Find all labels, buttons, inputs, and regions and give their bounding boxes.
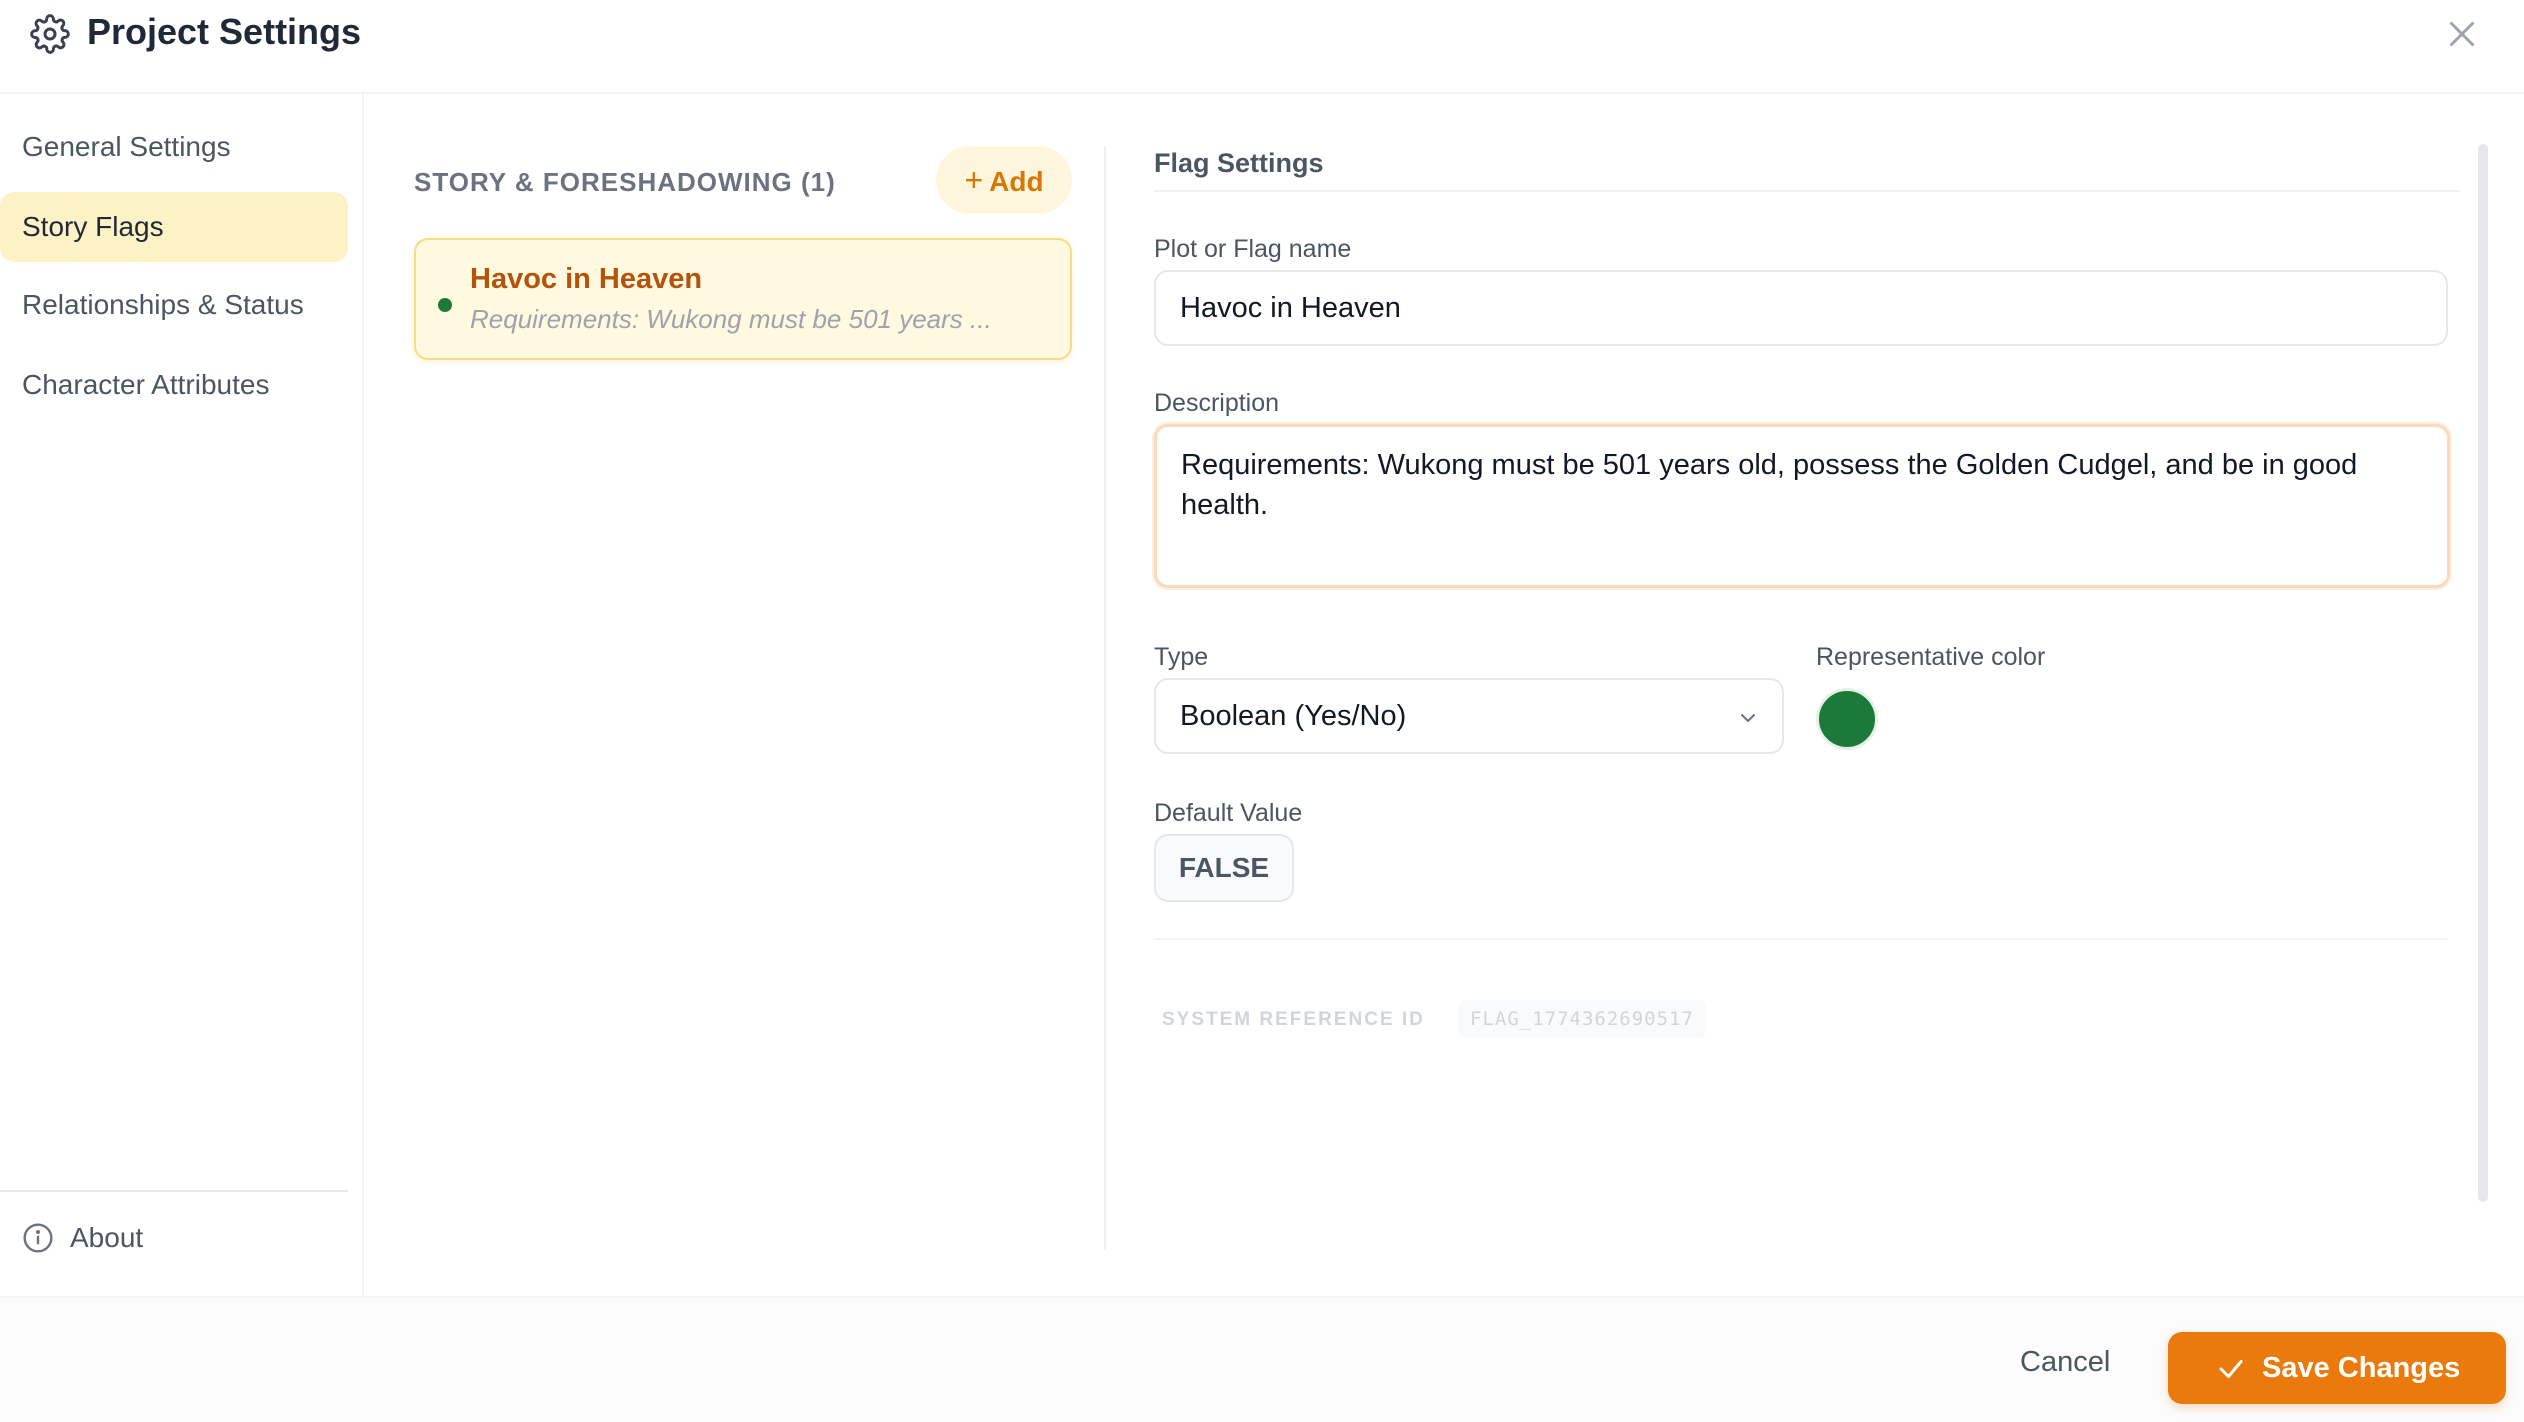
- flag-settings-title: Flag Settings: [1154, 148, 1324, 178]
- type-select[interactable]: Boolean (Yes/No): [1154, 678, 1784, 754]
- dialog-footer: Cancel Save Changes: [0, 1296, 2524, 1422]
- system-ref-label: SYSTEM REFERENCE ID: [1162, 1009, 1425, 1030]
- type-select-value: Boolean (Yes/No): [1180, 700, 1407, 732]
- flag-item-name: Havoc in Heaven: [470, 263, 703, 295]
- save-changes-button[interactable]: Save Changes: [2168, 1332, 2506, 1404]
- check-icon: [2219, 1360, 2243, 1378]
- add-flag-button[interactable]: + Add: [936, 146, 1072, 214]
- scrollbar[interactable]: [2478, 144, 2488, 1202]
- chevron-down-icon: [1741, 714, 1755, 722]
- flag-item-description: Requirements: Wukong must be 501 years .…: [470, 304, 992, 334]
- save-changes-label: Save Changes: [2262, 1352, 2461, 1384]
- flag-name-input[interactable]: [1154, 270, 2448, 346]
- dialog-header: Project Settings: [0, 0, 2524, 94]
- sidebar-item-character-attributes[interactable]: Character Attributes: [0, 350, 348, 420]
- flag-list-title: STORY & FORESHADOWING (1): [414, 167, 836, 197]
- section-divider: [1154, 938, 2448, 940]
- color-picker[interactable]: [1816, 688, 1878, 750]
- sidebar-item-general-settings[interactable]: General Settings: [0, 112, 348, 182]
- default-value-toggle[interactable]: FALSE: [1154, 834, 1294, 902]
- settings-sidebar: General Settings Story Flags Relationshi…: [0, 94, 364, 1296]
- system-ref-value: FLAG_1774362690517: [1458, 1000, 1706, 1038]
- sidebar-divider: [0, 1190, 348, 1192]
- add-flag-label: Add: [989, 166, 1044, 197]
- info-icon: [23, 1223, 53, 1253]
- dialog-title: Project Settings: [87, 11, 362, 52]
- type-label: Type: [1154, 643, 1209, 671]
- flag-color-dot: [438, 298, 452, 312]
- plus-icon: +: [964, 162, 984, 198]
- sidebar-item-story-flags[interactable]: Story Flags: [0, 192, 348, 262]
- title-divider: [1154, 190, 2460, 192]
- flag-list-panel: STORY & FORESHADOWING (1) + Add Havoc in …: [366, 94, 1106, 1296]
- sidebar-item-relationships-status[interactable]: Relationships & Status: [0, 270, 348, 340]
- about-label: About: [70, 1222, 144, 1253]
- cancel-button[interactable]: Cancel: [1996, 1328, 2134, 1396]
- default-value-label: Default Value: [1154, 799, 1303, 827]
- flag-settings-panel: Flag Settings Plot or Flag name Descript…: [1106, 94, 2524, 1296]
- about-button[interactable]: About: [0, 1210, 348, 1266]
- close-icon[interactable]: [2444, 16, 2480, 52]
- flag-name-label: Plot or Flag name: [1154, 235, 1352, 263]
- description-textarea[interactable]: Requirements: Wukong must be 501 years o…: [1154, 424, 2450, 588]
- list-item[interactable]: Havoc in Heaven Requirements: Wukong mus…: [414, 238, 1072, 360]
- gear-icon: [30, 14, 70, 54]
- description-label: Description: [1154, 389, 1280, 417]
- color-label: Representative color: [1816, 643, 2046, 671]
